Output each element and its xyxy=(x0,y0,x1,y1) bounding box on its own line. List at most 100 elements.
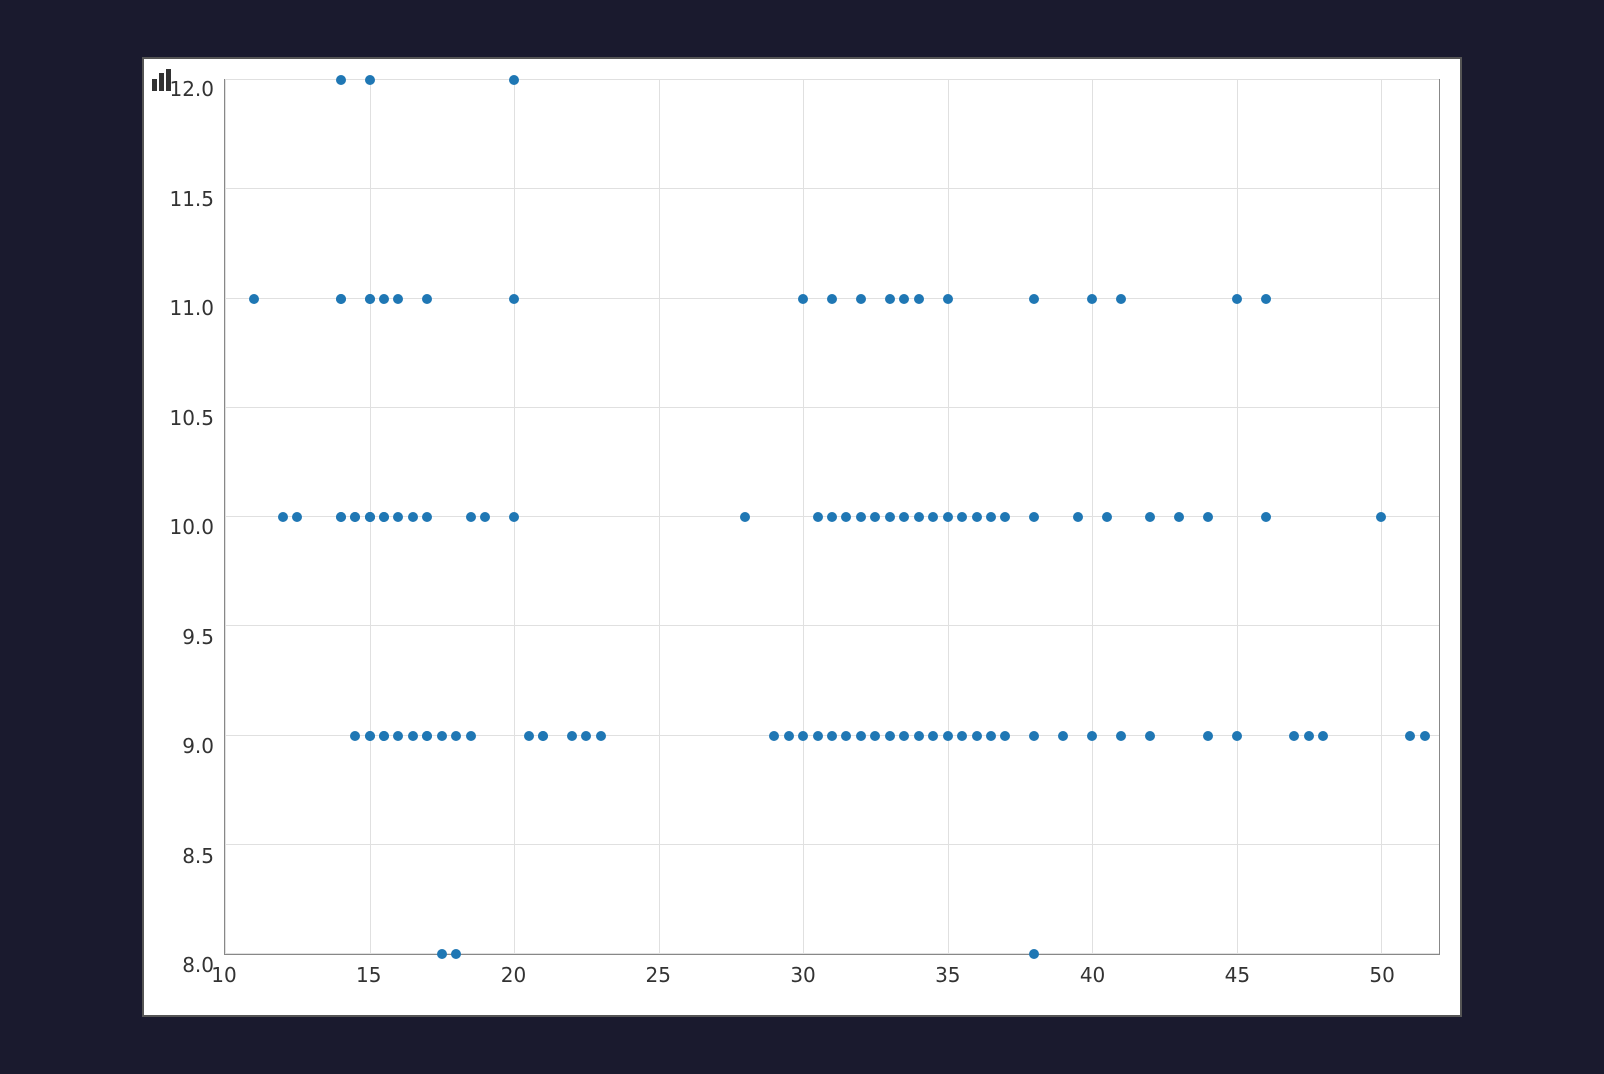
grid-line-vertical xyxy=(1092,80,1093,954)
data-point xyxy=(1203,512,1213,522)
data-point xyxy=(1232,731,1242,741)
data-point xyxy=(1116,294,1126,304)
x-axis-label: 20 xyxy=(501,963,526,987)
data-point xyxy=(1289,731,1299,741)
y-axis-labels: 12.011.511.010.510.09.59.08.58.0 xyxy=(144,79,224,955)
y-axis-label: 9.0 xyxy=(182,734,214,758)
data-point xyxy=(856,294,866,304)
data-point xyxy=(422,731,432,741)
grid-line-horizontal xyxy=(225,625,1439,626)
data-point xyxy=(870,512,880,522)
data-point xyxy=(422,294,432,304)
data-point xyxy=(408,512,418,522)
grid-line-horizontal xyxy=(225,844,1439,845)
data-point xyxy=(466,512,476,522)
data-point xyxy=(509,294,519,304)
data-point xyxy=(1087,294,1097,304)
data-point xyxy=(1203,731,1213,741)
data-point xyxy=(986,512,996,522)
data-point xyxy=(1000,512,1010,522)
data-point xyxy=(408,731,418,741)
data-point xyxy=(1087,731,1097,741)
data-point xyxy=(885,731,895,741)
plot-area xyxy=(224,79,1440,955)
data-point xyxy=(1073,512,1083,522)
data-point xyxy=(784,731,794,741)
data-point xyxy=(365,512,375,522)
y-axis-label: 11.0 xyxy=(169,296,214,320)
data-point xyxy=(437,731,447,741)
data-point xyxy=(856,512,866,522)
data-point xyxy=(365,294,375,304)
data-point xyxy=(538,731,548,741)
data-point xyxy=(379,294,389,304)
data-point xyxy=(249,294,259,304)
data-point xyxy=(957,731,967,741)
data-point xyxy=(943,731,953,741)
data-point xyxy=(914,294,924,304)
data-point xyxy=(336,294,346,304)
data-point xyxy=(856,731,866,741)
data-point xyxy=(509,512,519,522)
data-point xyxy=(841,512,851,522)
data-point xyxy=(1420,731,1430,741)
y-axis-label: 11.5 xyxy=(169,187,214,211)
y-axis-label: 8.5 xyxy=(182,844,214,868)
data-point xyxy=(336,512,346,522)
data-point xyxy=(393,731,403,741)
y-axis-label: 10.0 xyxy=(169,515,214,539)
grid-line-horizontal xyxy=(225,953,1439,954)
data-point xyxy=(798,294,808,304)
grid-line-vertical xyxy=(1237,80,1238,954)
x-axis-label: 30 xyxy=(790,963,815,987)
data-point xyxy=(524,731,534,741)
data-point xyxy=(365,75,375,85)
data-point xyxy=(813,731,823,741)
grid-line-vertical xyxy=(659,80,660,954)
x-axis-label: 40 xyxy=(1080,963,1105,987)
data-point xyxy=(957,512,967,522)
data-point xyxy=(350,731,360,741)
data-point xyxy=(928,731,938,741)
grid-line-vertical xyxy=(803,80,804,954)
data-point xyxy=(827,512,837,522)
data-point xyxy=(422,512,432,522)
data-point xyxy=(813,512,823,522)
data-point xyxy=(1102,512,1112,522)
data-point xyxy=(899,512,909,522)
x-axis-labels: 101520253035404550 xyxy=(224,955,1440,1015)
data-point xyxy=(1376,512,1386,522)
data-point xyxy=(943,512,953,522)
data-point xyxy=(943,294,953,304)
data-point xyxy=(914,731,924,741)
data-point xyxy=(1304,731,1314,741)
data-point xyxy=(1145,731,1155,741)
data-point xyxy=(292,512,302,522)
grid-line-horizontal xyxy=(225,79,1439,80)
data-point xyxy=(567,731,577,741)
data-point xyxy=(1261,294,1271,304)
data-point xyxy=(841,731,851,741)
data-point xyxy=(885,294,895,304)
data-point xyxy=(278,512,288,522)
data-point xyxy=(1029,294,1039,304)
data-point xyxy=(885,512,895,522)
data-point xyxy=(393,512,403,522)
data-point xyxy=(928,512,938,522)
data-point xyxy=(827,294,837,304)
data-point xyxy=(1174,512,1184,522)
data-point xyxy=(827,731,837,741)
data-point xyxy=(798,731,808,741)
data-point xyxy=(1058,731,1068,741)
data-point xyxy=(1029,731,1039,741)
y-axis-label: 8.0 xyxy=(182,953,214,977)
data-point xyxy=(972,731,982,741)
data-point xyxy=(379,512,389,522)
data-point xyxy=(870,731,880,741)
data-point xyxy=(1405,731,1415,741)
x-axis-label: 25 xyxy=(646,963,671,987)
data-point xyxy=(509,75,519,85)
y-axis-label: 12.0 xyxy=(169,77,214,101)
x-axis-label: 10 xyxy=(211,963,236,987)
x-axis-label: 15 xyxy=(356,963,381,987)
